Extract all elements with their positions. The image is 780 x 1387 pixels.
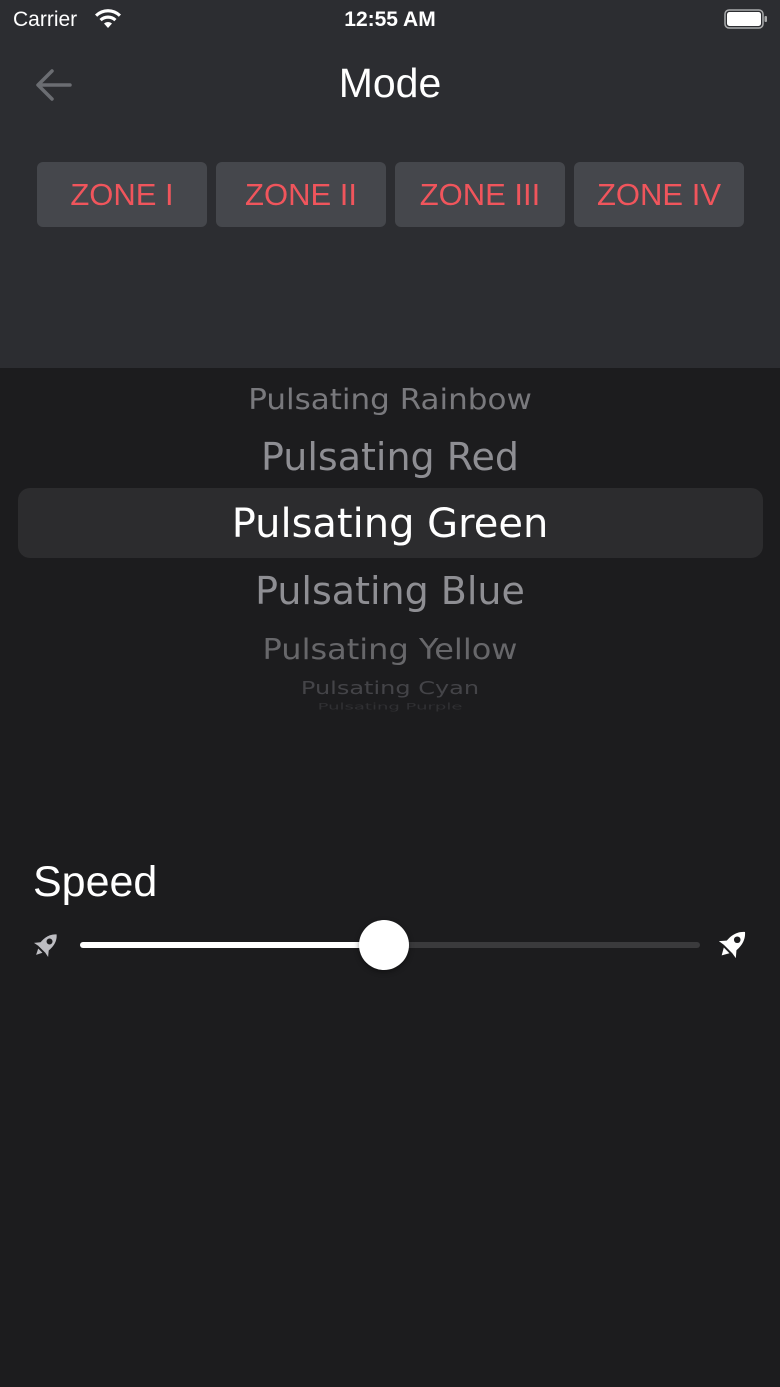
zone-3-button[interactable]: ZONE III — [395, 162, 565, 227]
picker-item[interactable]: Pulsating Cyan — [0, 678, 780, 699]
slider-thumb[interactable] — [359, 920, 409, 970]
zone-2-button[interactable]: ZONE II — [216, 162, 386, 227]
zone-1-button[interactable]: ZONE I — [37, 162, 207, 227]
picker-item-selected[interactable]: Pulsating Green — [0, 501, 780, 547]
zone-4-button[interactable]: ZONE IV — [574, 162, 744, 227]
picker-item[interactable]: Pulsating Blue — [0, 569, 780, 613]
rocket-fast-icon — [718, 931, 746, 959]
header-panel: Carrier 12:55 AM Mode ZONE I ZONE II ZON… — [0, 0, 780, 368]
status-bar: Carrier 12:55 AM — [0, 0, 780, 40]
picker-item[interactable]: Pulsating Rainbow — [0, 383, 780, 416]
picker-item[interactable]: Pulsating Yellow — [0, 632, 780, 666]
speed-label: Speed — [33, 858, 158, 906]
status-time: 12:55 AM — [344, 8, 436, 31]
page-title: Mode — [338, 60, 442, 106]
picker-item[interactable]: Pulsating Red — [0, 435, 780, 479]
speed-slider[interactable] — [80, 920, 700, 970]
picker-item[interactable]: Pulsating Purple — [0, 701, 780, 712]
rocket-slow-icon — [33, 934, 57, 958]
mode-picker[interactable]: Pulsating Rainbow Pulsating Red Pulsatin… — [0, 368, 780, 748]
battery-icon — [724, 9, 767, 29]
slider-fill — [80, 942, 384, 948]
